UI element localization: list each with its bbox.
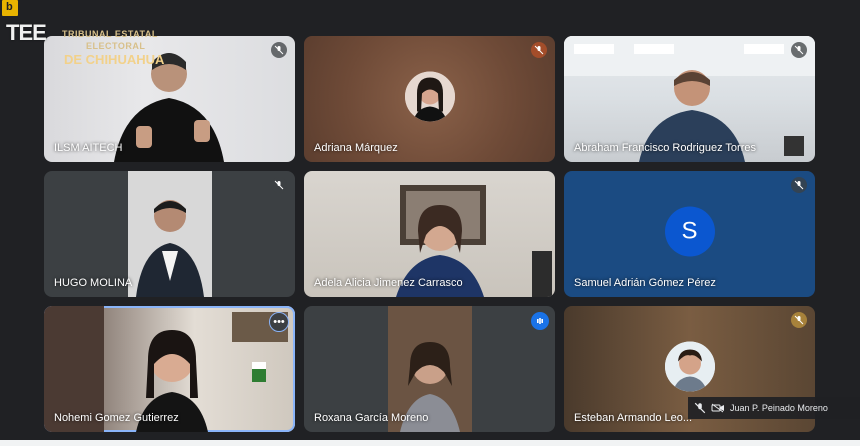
logo-line-1: TRIBUNAL ESTATAL [62,29,158,39]
participant-name: Adriana Márquez [314,142,398,154]
logo-line-3: DE CHIHUAHUA [64,52,165,67]
avatar-initial: S [664,206,715,257]
camera-off-icon[interactable] [711,402,725,414]
logo-line-2: ELECTORAL [86,41,146,51]
participant-tile-6[interactable]: S Samuel Adrián Gómez Pérez [564,171,815,297]
participant-name: Nohemi Gomez Gutierrez [54,412,179,424]
participant-tile-2[interactable]: Adriana Márquez [304,36,555,162]
participant-name: Abraham Francisco Rodriguez Torres [574,142,756,154]
participant-name: Esteban Armando Leo... [574,412,693,424]
participant-tile-4[interactable]: HUGO MOLINA [44,171,295,297]
participant-name: Roxana García Moreno [314,412,429,424]
more-options-icon[interactable]: ••• [269,312,289,332]
speaking-indicator-icon [531,312,549,330]
participant-tile-3[interactable]: Abraham Francisco Rodriguez Torres [564,36,815,162]
participant-name: Adela Alicia Jimenez Carrasco [314,277,463,289]
muted-mic-icon [271,42,287,58]
self-view-bar[interactable]: Juan P. Peinado Moreno [688,397,860,419]
participant-name: HUGO MOLINA [54,277,133,289]
participant-name: Samuel Adrián Gómez Pérez [574,277,716,289]
avatar [404,71,455,122]
participant-name: ILSM AITECH [54,142,123,154]
avatar [664,341,715,392]
muted-mic-icon [791,312,807,328]
participant-tile-8[interactable]: Roxana García Moreno [304,306,555,432]
muted-mic-icon [791,177,807,193]
muted-mic-icon [271,177,287,193]
tribunal-logo: TEE TRIBUNAL ESTATAL ELECTORAL DE CHIHUA… [6,14,176,70]
self-view-name: Juan P. Peinado Moreno [730,403,828,413]
logo-mark: TEE [6,20,47,45]
muted-mic-icon[interactable] [694,402,706,414]
muted-mic-icon [791,42,807,58]
participant-tile-5[interactable]: Adela Alicia Jimenez Carrasco [304,171,555,297]
bottom-edge [0,440,860,446]
muted-mic-icon [531,42,547,58]
participant-tile-7[interactable]: ••• Nohemi Gomez Gutierrez [44,306,295,432]
